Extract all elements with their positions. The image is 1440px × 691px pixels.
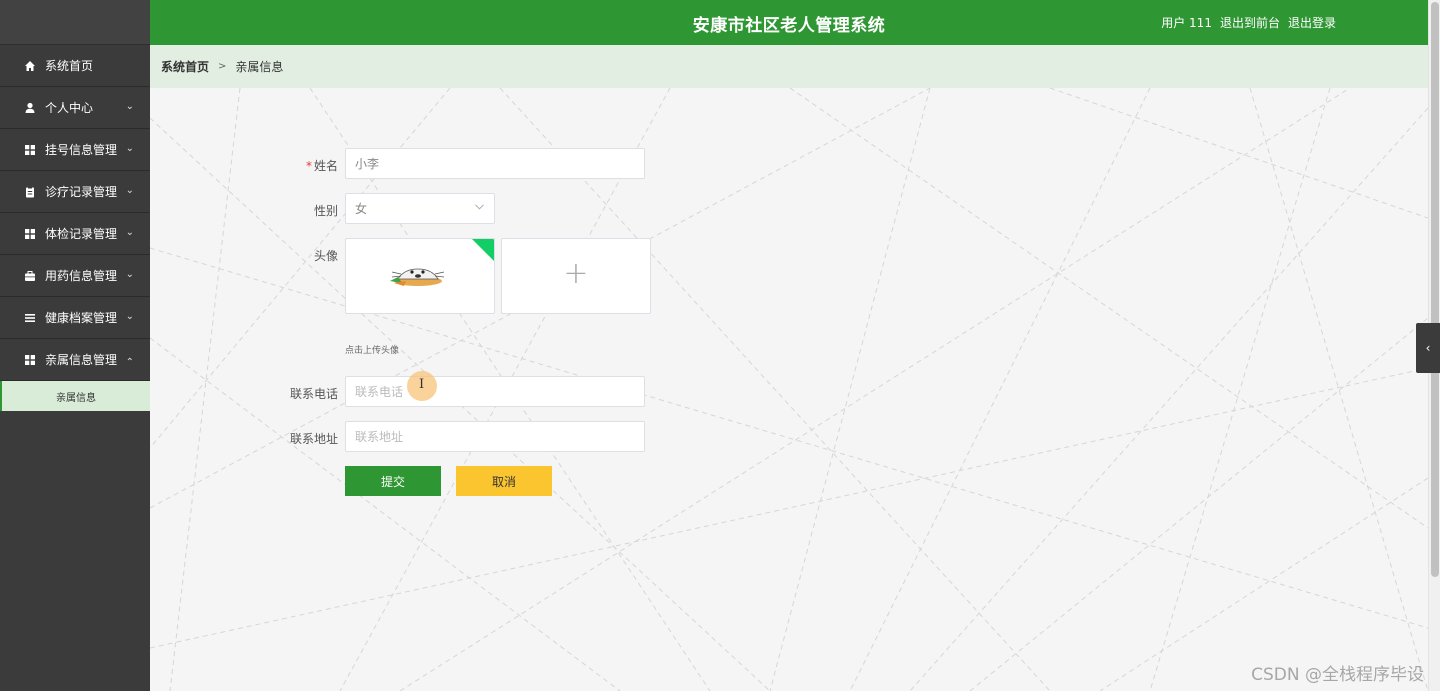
upload-success-badge <box>472 239 494 261</box>
sidebar-item-label: 个人中心 <box>45 101 94 115</box>
sidebar-item-registration[interactable]: 挂号信息管理 ⌄ <box>0 129 150 171</box>
chevron-down-icon: ⌄ <box>125 269 134 280</box>
name-label-text: 姓名 <box>313 159 338 173</box>
background-pattern <box>150 88 1428 691</box>
sidebar-item-personal-center[interactable]: 个人中心 ⌄ <box>0 87 150 129</box>
address-field[interactable]: 联系地址 <box>345 421 645 452</box>
watermark: CSDN @全栈程序毕设 <box>1251 665 1424 685</box>
chevron-down-icon <box>475 203 484 213</box>
sidebar-item-label: 用药信息管理 <box>45 269 118 283</box>
address-label: 联系地址 <box>289 432 338 446</box>
sidebar-subitem-label: 亲属信息 <box>56 392 96 404</box>
gender-select[interactable]: 女 <box>345 193 495 224</box>
breadcrumb-separator: > <box>218 61 227 72</box>
sidebar-item-label: 诊疗记录管理 <box>45 185 118 199</box>
breadcrumb: 系统首页 > 亲属信息 <box>150 45 1428 88</box>
sidebar-item-home[interactable]: 系统首页 <box>0 45 150 87</box>
side-collapse-tab[interactable]: ‹ <box>1416 323 1440 373</box>
chevron-up-icon: ⌃ <box>125 357 134 368</box>
chevron-down-icon: ⌄ <box>125 101 134 112</box>
name-label: * 姓名 <box>258 157 338 174</box>
chevron-left-icon: ‹ <box>1425 341 1431 355</box>
home-icon <box>24 60 36 72</box>
grid-icon <box>24 354 36 366</box>
chevron-down-icon: ⌄ <box>125 227 134 238</box>
name-value: 小李 <box>355 157 380 171</box>
chevron-down-icon: ⌄ <box>125 143 134 154</box>
phone-placeholder: 联系电话 <box>355 385 404 399</box>
avatar-upload-tip: 点击上传头像 <box>345 346 400 356</box>
exit-to-front-link[interactable]: 退出到前台 <box>1220 14 1280 31</box>
phone-label: 联系电话 <box>289 387 338 401</box>
sidebar-logo-area <box>0 0 150 45</box>
clipboard-icon <box>24 186 36 198</box>
grid-icon <box>24 144 36 156</box>
sidebar-item-label: 挂号信息管理 <box>45 143 118 157</box>
gender-label: 性别 <box>313 204 338 218</box>
logout-link[interactable]: 退出登录 <box>1288 14 1336 31</box>
phone-field[interactable]: 联系电话 <box>345 376 645 407</box>
avatar-uploaded-image[interactable] <box>345 238 495 314</box>
main-content <box>150 88 1428 691</box>
breadcrumb-current: 亲属信息 <box>235 60 284 74</box>
sidebar-item-medication[interactable]: 用药信息管理 ⌄ <box>0 255 150 297</box>
sidebar-item-label: 健康档案管理 <box>45 311 118 325</box>
plus-icon: + <box>563 256 589 291</box>
sidebar-item-label: 亲属信息管理 <box>45 353 118 367</box>
sidebar-item-diagnosis[interactable]: 诊疗记录管理 ⌄ <box>0 171 150 213</box>
sidebar-item-label: 体检记录管理 <box>45 227 118 241</box>
scrollbar-thumb[interactable] <box>1431 2 1439 577</box>
top-header: 安康市社区老人管理系统 用户 111 退出到前台 退出登录 <box>150 0 1428 45</box>
current-user: 用户 111 <box>1161 16 1212 30</box>
sidebar-item-health-records[interactable]: 健康档案管理 ⌄ <box>0 297 150 339</box>
user-icon <box>24 102 36 114</box>
required-mark: * <box>305 159 312 173</box>
cancel-button[interactable]: 取消 <box>456 466 552 496</box>
sidebar-subitem-relatives-info[interactable]: 亲属信息 <box>0 381 150 411</box>
briefcase-icon <box>24 270 36 282</box>
list-icon <box>24 312 36 324</box>
header-user-area: 用户 111 退出到前台 退出登录 <box>1161 14 1336 31</box>
gender-value: 女 <box>355 202 368 216</box>
submit-button[interactable]: 提交 <box>345 466 441 496</box>
avatar-label: 头像 <box>313 249 338 263</box>
avatar-upload-button[interactable]: + <box>501 238 651 314</box>
sidebar-item-label: 系统首页 <box>45 59 94 73</box>
text-cursor-icon: I <box>419 377 425 392</box>
sidebar-item-checkup[interactable]: 体检记录管理 ⌄ <box>0 213 150 255</box>
sidebar: 系统首页 个人中心 ⌄ 挂号信息管理 ⌄ 诊疗记录管理 ⌄ 体检记录管理 ⌄ 用… <box>0 0 150 691</box>
breadcrumb-home[interactable]: 系统首页 <box>161 58 209 75</box>
sidebar-item-relatives[interactable]: 亲属信息管理 ⌃ <box>0 339 150 381</box>
chevron-down-icon: ⌄ <box>125 185 134 196</box>
name-field[interactable]: 小李 <box>345 148 645 179</box>
address-placeholder: 联系地址 <box>355 430 404 444</box>
grid-icon <box>24 228 36 240</box>
chevron-down-icon: ⌄ <box>125 311 134 322</box>
